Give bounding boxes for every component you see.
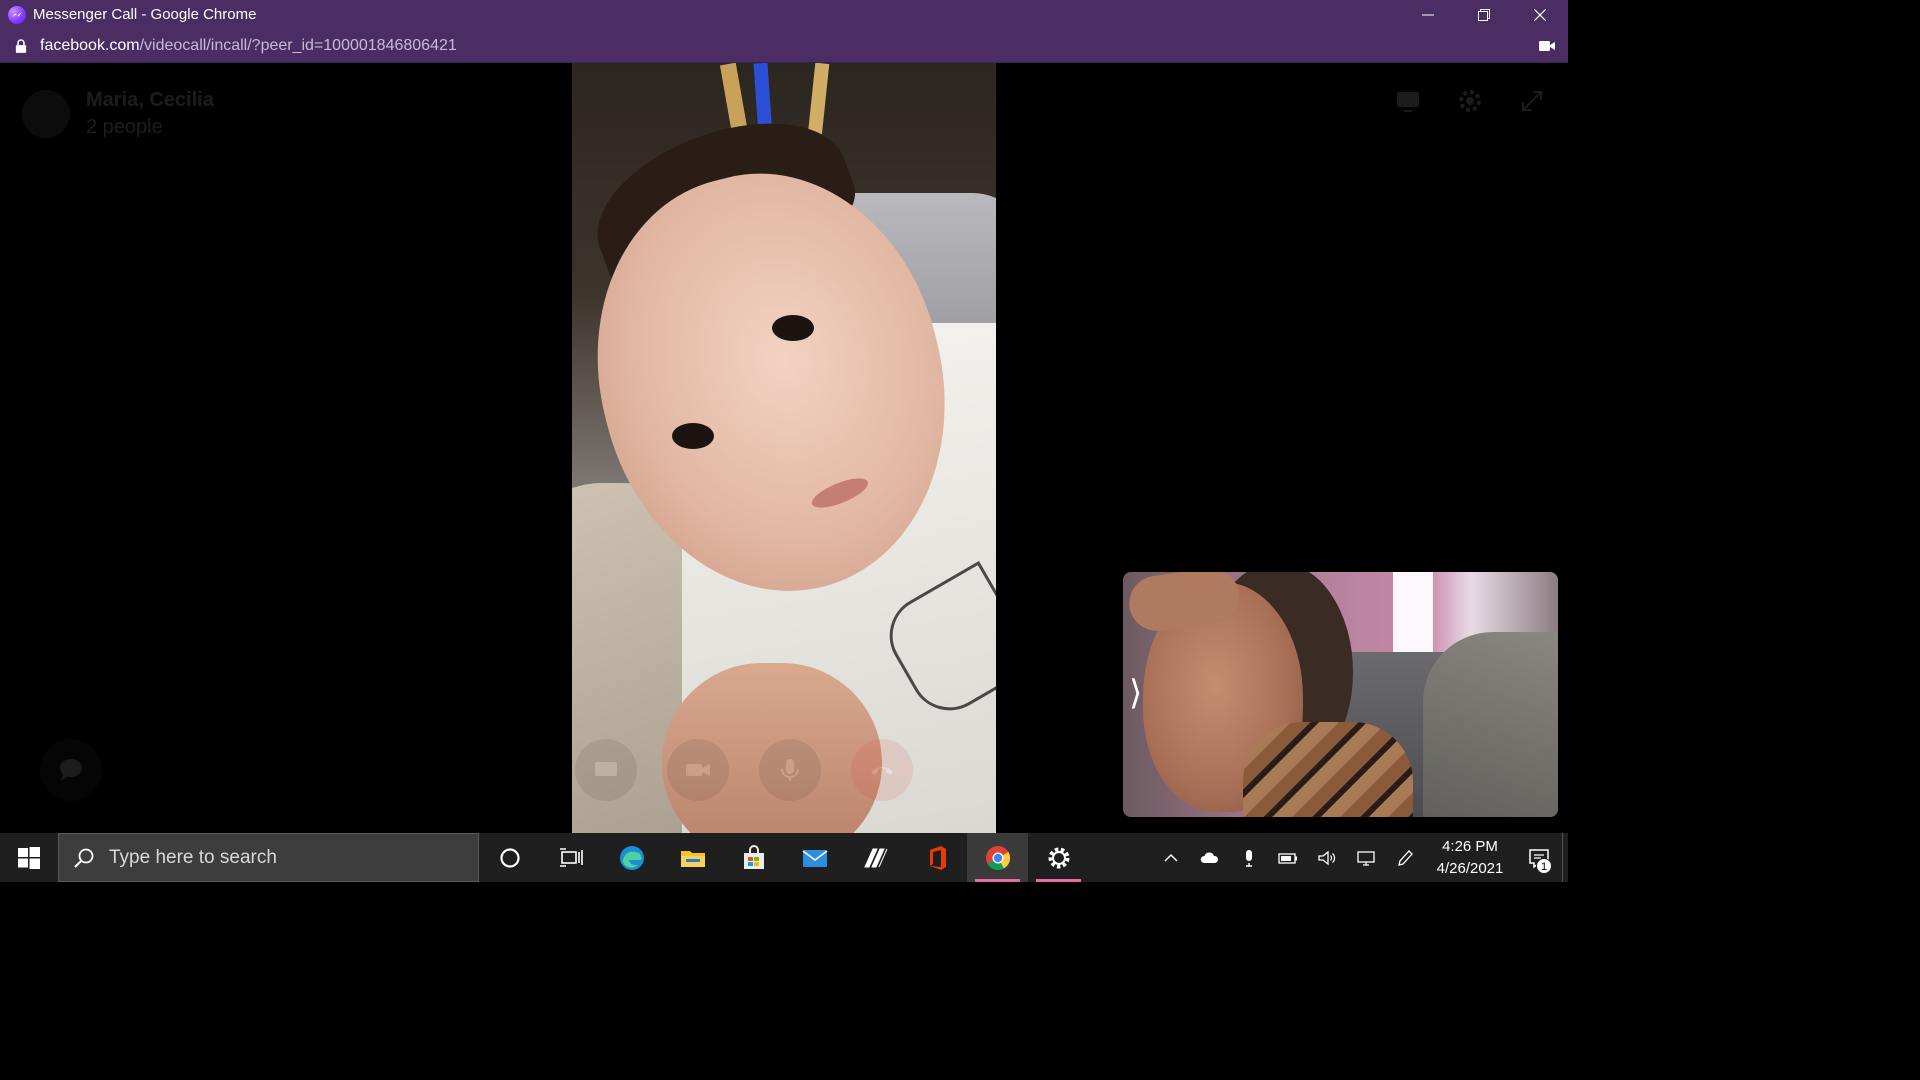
task-view-icon xyxy=(559,847,583,867)
call-controls xyxy=(575,739,913,801)
windows-taskbar: Type here to search 4:26 PM 4/26/2021 1 xyxy=(0,833,1568,882)
taskbar-clock[interactable]: 4:26 PM 4/26/2021 xyxy=(1424,836,1516,880)
mail-icon xyxy=(802,849,827,867)
chrome-button[interactable] xyxy=(967,833,1028,882)
close-button[interactable] xyxy=(1512,0,1568,29)
task-view-button[interactable] xyxy=(540,833,601,882)
settings-button[interactable] xyxy=(1454,85,1486,117)
show-hidden-icons-button[interactable] xyxy=(1151,833,1190,882)
screen-share-icon xyxy=(1397,92,1419,112)
settings-icon xyxy=(1048,847,1069,868)
screen-icon xyxy=(595,762,617,776)
app-button[interactable] xyxy=(845,833,906,882)
battery-button[interactable] xyxy=(1268,833,1307,882)
video-call-area: Maria, Cecilia 2 people ⟩ xyxy=(0,63,1568,833)
end-call-button[interactable] xyxy=(851,739,913,801)
chevron-up-icon xyxy=(1163,853,1178,862)
network-icon xyxy=(1356,850,1375,866)
camera-in-use-icon[interactable] xyxy=(1538,38,1556,54)
cloud-icon xyxy=(1200,852,1218,863)
window-title-bar: Messenger Call - Google Chrome xyxy=(0,0,1568,29)
microphone-icon xyxy=(1245,849,1252,867)
call-header: Maria, Cecilia 2 people xyxy=(22,89,214,139)
app-icon xyxy=(863,848,887,867)
call-title: Maria, Cecilia xyxy=(86,89,214,111)
messenger-icon xyxy=(8,5,26,24)
close-icon xyxy=(1534,8,1546,21)
battery-icon xyxy=(1277,852,1297,864)
office-icon xyxy=(929,845,946,870)
chat-bubble-icon xyxy=(60,759,82,781)
video-camera-icon xyxy=(686,764,710,776)
edge-button[interactable] xyxy=(601,833,662,882)
share-screen-button[interactable] xyxy=(575,739,637,801)
speaker-icon xyxy=(1317,850,1335,865)
notification-badge: 1 xyxy=(1536,858,1552,874)
camera-toggle-button[interactable] xyxy=(667,739,729,801)
self-view-video[interactable]: ⟩ xyxy=(1123,572,1558,817)
search-icon xyxy=(74,848,94,868)
microphone-icon xyxy=(781,759,799,781)
microsoft-store-button[interactable] xyxy=(723,833,784,882)
cortana-button[interactable] xyxy=(479,833,540,882)
volume-button[interactable] xyxy=(1307,833,1346,882)
taskbar-search-box[interactable]: Type here to search xyxy=(58,833,479,882)
chat-button[interactable] xyxy=(40,739,102,801)
top-controls xyxy=(1392,85,1548,117)
cortana-icon xyxy=(499,847,520,868)
pen-icon xyxy=(1397,849,1413,866)
microphone-tray-button[interactable] xyxy=(1229,833,1268,882)
start-button[interactable] xyxy=(0,833,58,882)
onedrive-button[interactable] xyxy=(1190,833,1229,882)
url-path: /videocall/incall/?peer_id=1000018468064… xyxy=(139,36,457,54)
self-view-collapse-button[interactable]: ⟩ xyxy=(1129,674,1145,712)
edge-icon xyxy=(619,845,644,870)
action-center-button[interactable]: 1 xyxy=(1516,833,1562,882)
file-explorer-button[interactable] xyxy=(662,833,723,882)
mute-button[interactable] xyxy=(759,739,821,801)
url-text[interactable]: facebook.com/videocall/incall/?peer_id=1… xyxy=(40,37,457,55)
mail-button[interactable] xyxy=(784,833,845,882)
settings-app-button[interactable] xyxy=(1028,833,1089,882)
gear-icon xyxy=(1459,90,1481,112)
hang-up-icon xyxy=(871,767,893,775)
chrome-icon xyxy=(985,845,1010,870)
windows-logo-icon xyxy=(18,846,40,869)
file-explorer-icon xyxy=(680,850,705,867)
pen-button[interactable] xyxy=(1385,833,1424,882)
fullscreen-button[interactable] xyxy=(1516,85,1548,117)
participant-count: 2 people xyxy=(86,116,163,138)
minimize-icon xyxy=(1422,14,1434,15)
address-bar[interactable]: facebook.com/videocall/incall/?peer_id=1… xyxy=(0,29,1568,63)
url-host: facebook.com xyxy=(40,36,140,54)
search-placeholder: Type here to search xyxy=(109,846,277,868)
lock-icon[interactable] xyxy=(14,38,28,54)
remote-video[interactable] xyxy=(572,63,996,833)
window-controls xyxy=(1400,0,1568,29)
minimize-button[interactable] xyxy=(1400,0,1456,29)
clock-date: 4/26/2021 xyxy=(1436,859,1504,877)
clock-time: 4:26 PM xyxy=(1442,837,1498,855)
restore-icon xyxy=(1478,8,1490,21)
screen-share-button[interactable] xyxy=(1392,85,1424,117)
office-button[interactable] xyxy=(906,833,967,882)
system-tray: 4:26 PM 4/26/2021 1 xyxy=(1151,833,1568,882)
network-button[interactable] xyxy=(1346,833,1385,882)
restore-button[interactable] xyxy=(1456,0,1512,29)
expand-icon xyxy=(1522,91,1542,111)
window-title: Messenger Call - Google Chrome xyxy=(33,6,257,23)
group-avatar xyxy=(22,90,70,138)
microsoft-store-icon xyxy=(743,844,764,869)
show-desktop-button[interactable] xyxy=(1562,833,1568,882)
